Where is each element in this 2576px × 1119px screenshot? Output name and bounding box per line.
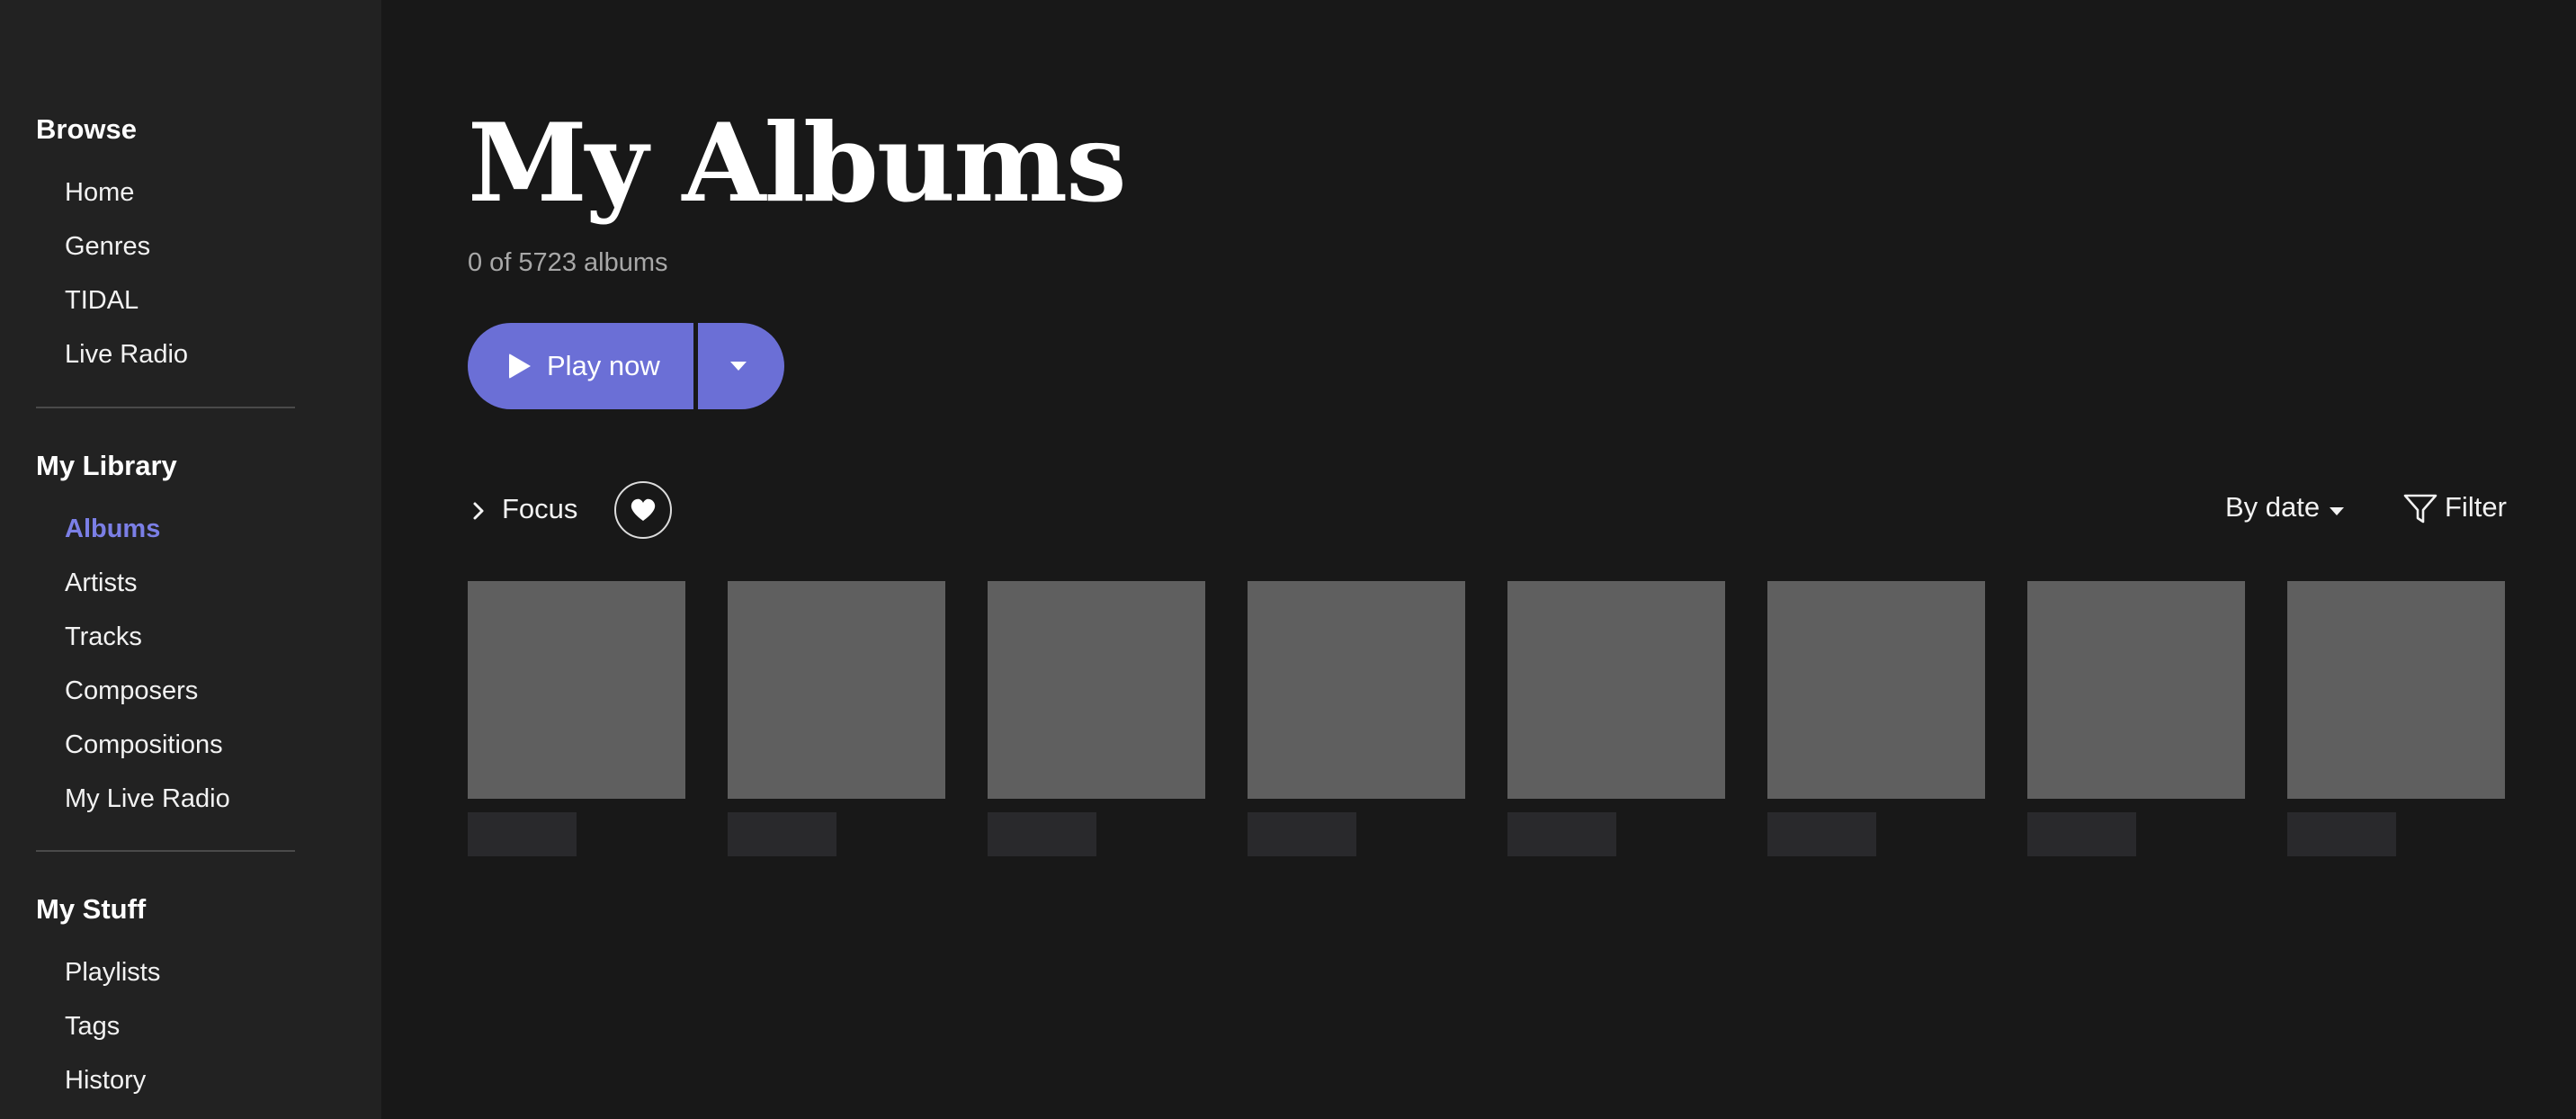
album-count: 0 of 5723 albums <box>468 248 668 277</box>
album-cover-placeholder[interactable] <box>2027 581 2245 799</box>
album-cover-placeholder[interactable] <box>1248 581 1465 799</box>
sidebar-item-albums[interactable]: Albums <box>65 515 160 544</box>
play-now-label: Play now <box>547 350 660 381</box>
album-cover-placeholder[interactable] <box>988 581 1205 799</box>
album-title-placeholder <box>988 812 1096 856</box>
chevron-right-icon <box>473 502 484 520</box>
sidebar-section-my-stuff: My Stuff <box>36 893 147 925</box>
favorite-filter-button[interactable] <box>614 481 672 539</box>
sort-dropdown[interactable]: By date <box>2225 491 2344 524</box>
sidebar-item-my-live-radio[interactable]: My Live Radio <box>65 784 230 814</box>
album-cover-placeholder[interactable] <box>1507 581 1725 799</box>
album-cover-placeholder[interactable] <box>468 581 685 799</box>
album-title-placeholder <box>2027 812 2136 856</box>
sidebar-item-history[interactable]: History <box>65 1066 146 1096</box>
focus-label: Focus <box>502 493 578 524</box>
sidebar-item-tracks[interactable]: Tracks <box>65 622 142 652</box>
play-icon <box>509 354 531 379</box>
heart-icon <box>631 498 656 521</box>
sidebar-section-my-library: My Library <box>36 450 177 481</box>
play-options-button[interactable] <box>698 323 784 409</box>
filter-label: Filter <box>2445 491 2507 523</box>
album-cover-placeholder[interactable] <box>728 581 945 799</box>
sidebar: Browse Home Genres TIDAL Live Radio My L… <box>0 0 381 1119</box>
sidebar-item-home[interactable]: Home <box>65 178 134 208</box>
album-title-placeholder <box>468 812 577 856</box>
sidebar-item-live-radio[interactable]: Live Radio <box>65 340 188 370</box>
sidebar-item-tags[interactable]: Tags <box>65 1012 120 1042</box>
sidebar-divider <box>36 407 295 408</box>
album-title-placeholder <box>1248 812 1356 856</box>
sidebar-item-compositions[interactable]: Compositions <box>65 730 223 760</box>
sidebar-item-artists[interactable]: Artists <box>65 568 138 598</box>
page-title: My Albums <box>468 100 1127 227</box>
sidebar-item-genres[interactable]: Genres <box>65 232 150 262</box>
sidebar-divider <box>36 850 295 852</box>
caret-down-icon <box>2330 507 2344 515</box>
play-now-button[interactable]: Play now <box>468 323 693 409</box>
album-cover-placeholder[interactable] <box>1767 581 1985 799</box>
album-title-placeholder <box>2287 812 2396 856</box>
filter-icon <box>2403 494 2437 524</box>
sidebar-section-browse: Browse <box>36 113 137 145</box>
sidebar-item-tidal[interactable]: TIDAL <box>65 286 139 316</box>
album-title-placeholder <box>1767 812 1876 856</box>
sort-label: By date <box>2225 491 2321 523</box>
app-window: Browse Home Genres TIDAL Live Radio My L… <box>0 0 2576 1119</box>
album-title-placeholder <box>1507 812 1616 856</box>
album-cover-placeholder[interactable] <box>2287 581 2505 799</box>
caret-down-icon <box>730 362 747 371</box>
sidebar-item-playlists[interactable]: Playlists <box>65 958 160 988</box>
album-title-placeholder <box>728 812 836 856</box>
sidebar-item-composers[interactable]: Composers <box>65 676 198 706</box>
